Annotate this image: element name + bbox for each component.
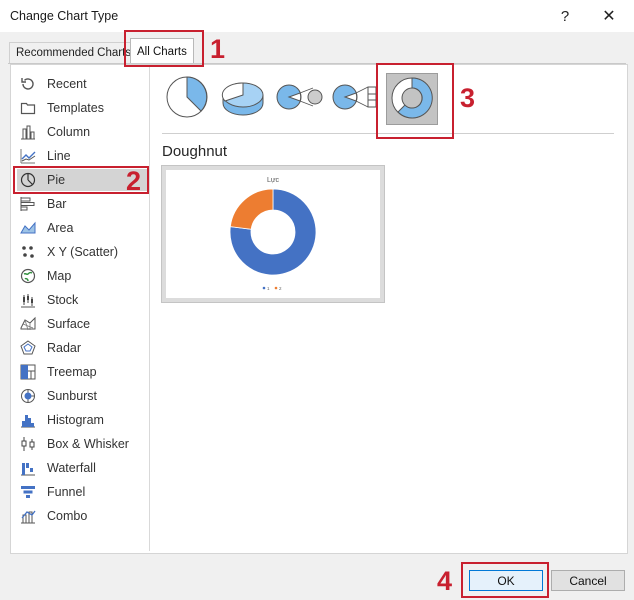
combo-chart-icon xyxy=(19,508,36,525)
column-chart-icon xyxy=(19,124,36,141)
scatter-chart-icon xyxy=(19,244,36,261)
dialog-title: Change Chart Type xyxy=(10,9,119,23)
cancel-button[interactable]: Cancel xyxy=(551,570,625,591)
annotation-number-3: 3 xyxy=(460,83,476,113)
sidebar-item-label: Box & Whisker xyxy=(47,437,129,451)
sidebar-item-label: Waterfall xyxy=(47,461,96,475)
chart-preview: Lực 1 2 xyxy=(166,170,380,298)
histogram-chart-icon xyxy=(19,412,36,429)
sunburst-chart-icon xyxy=(19,388,36,405)
sidebar-item-label: Column xyxy=(47,125,91,139)
sidebar-item-label: Map xyxy=(47,269,72,283)
pie-subtype-icon xyxy=(163,73,211,124)
sidebar-item-label: Combo xyxy=(47,509,88,523)
radar-chart-icon xyxy=(19,340,36,357)
sidebar-item-label: Treemap xyxy=(47,365,97,379)
sidebar-item-scatter[interactable]: X Y (Scatter) xyxy=(19,241,147,263)
sidebar-item-treemap[interactable]: Treemap xyxy=(19,361,147,383)
subtype-3d-pie-button[interactable] xyxy=(218,73,268,123)
sidebar-item-label: Radar xyxy=(47,341,82,355)
tab-recommended-charts[interactable]: Recommended Charts xyxy=(9,42,139,63)
sidebar-item-recent[interactable]: Recent xyxy=(19,73,147,95)
annotation-number-4: 4 xyxy=(437,566,453,596)
sidebar-item-label: Funnel xyxy=(47,485,86,499)
sidebar-item-label: Recent xyxy=(47,77,87,91)
legend-label-2: 2 xyxy=(279,286,282,291)
chart-title: Lực xyxy=(267,177,280,184)
sidebar-item-histogram[interactable]: Histogram xyxy=(19,409,147,431)
sidebar-item-label: Area xyxy=(47,221,74,235)
bar-chart-icon xyxy=(19,196,36,213)
sidebar-item-label: Templates xyxy=(47,101,104,115)
waterfall-chart-icon xyxy=(19,460,36,477)
legend-label-1: 1 xyxy=(267,286,270,291)
annotation-box-1 xyxy=(124,30,204,67)
sidebar-item-label: Bar xyxy=(47,197,67,211)
area-chart-icon xyxy=(19,220,36,237)
selected-chart-name: Doughnut xyxy=(162,143,228,160)
bar-of-pie-subtype-icon xyxy=(331,73,379,124)
subtype-bar-of-pie-button[interactable] xyxy=(330,73,380,123)
surface-chart-icon xyxy=(19,316,36,333)
subtype-pie-of-pie-button[interactable] xyxy=(274,73,324,123)
legend-swatch-2 xyxy=(274,286,278,290)
chart-preview-frame[interactable]: Lực 1 2 xyxy=(161,165,385,303)
sidebar-item-map[interactable]: Map xyxy=(19,265,147,287)
sidebar-item-area[interactable]: Area xyxy=(19,217,147,239)
chart-legend: 1 2 xyxy=(262,286,282,291)
doughnut-slice-2 xyxy=(229,188,274,230)
sidebar-item-label: Surface xyxy=(47,317,91,331)
recent-icon xyxy=(19,76,36,93)
title-bar: Change Chart Type ? ✕ xyxy=(0,0,634,32)
annotation-box-3 xyxy=(376,63,454,139)
legend-swatch-1 xyxy=(262,286,266,290)
stock-chart-icon xyxy=(19,292,36,309)
annotation-number-2: 2 xyxy=(126,166,142,196)
sidebar-item-label: X Y (Scatter) xyxy=(47,245,119,259)
funnel-chart-icon xyxy=(19,484,36,501)
chart-type-list: Recent Templates Column Line Pie Bar Are… xyxy=(11,65,150,551)
sidebar-item-surface[interactable]: Surface xyxy=(19,313,147,335)
sidebar-item-label: Stock xyxy=(47,293,79,307)
annotation-number-1: 1 xyxy=(210,34,226,64)
sidebar-item-templates[interactable]: Templates xyxy=(19,97,147,119)
sidebar-item-box-whisker[interactable]: Box & Whisker xyxy=(19,433,147,455)
sidebar-item-sunburst[interactable]: Sunburst xyxy=(19,385,147,407)
templates-icon xyxy=(19,100,36,117)
sidebar-item-column[interactable]: Column xyxy=(19,121,147,143)
sidebar-item-label: Histogram xyxy=(47,413,104,427)
sidebar-item-funnel[interactable]: Funnel xyxy=(19,481,147,503)
sidebar-item-waterfall[interactable]: Waterfall xyxy=(19,457,147,479)
sidebar-item-radar[interactable]: Radar xyxy=(19,337,147,359)
sidebar-item-line[interactable]: Line xyxy=(19,145,147,167)
close-button[interactable]: ✕ xyxy=(594,4,624,28)
line-chart-icon xyxy=(19,148,36,165)
sidebar-item-label: Sunburst xyxy=(47,389,98,403)
treemap-chart-icon xyxy=(19,364,36,381)
sidebar-item-stock[interactable]: Stock xyxy=(19,289,147,311)
pie-of-pie-subtype-icon xyxy=(275,73,323,124)
sidebar-item-label: Line xyxy=(47,149,71,163)
subtype-pie-button[interactable] xyxy=(162,73,212,123)
box-whisker-chart-icon xyxy=(19,436,36,453)
ok-button[interactable]: OK xyxy=(469,570,543,591)
doughnut-chart: Lực 1 2 xyxy=(229,177,317,291)
map-chart-icon xyxy=(19,268,36,285)
help-button[interactable]: ? xyxy=(550,4,580,28)
sidebar-item-combo[interactable]: Combo xyxy=(19,505,147,527)
chart-type-panel: Recent Templates Column Line Pie Bar Are… xyxy=(10,64,628,554)
3d-pie-subtype-icon xyxy=(219,73,267,124)
